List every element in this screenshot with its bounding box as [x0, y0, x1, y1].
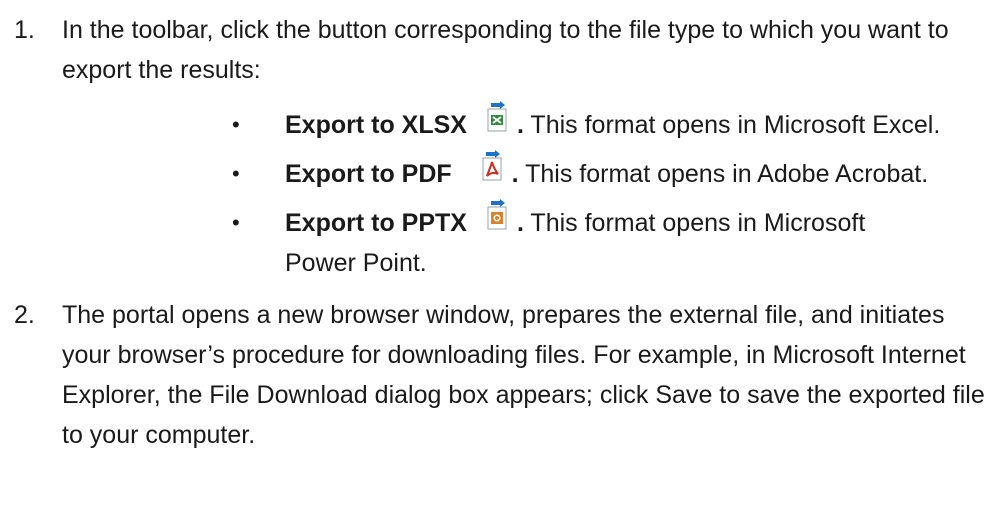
- export-pdf-label: Export to PDF: [285, 160, 452, 188]
- excel-export-icon[interactable]: [485, 101, 509, 135]
- export-xlsx-label: Export to XLSX: [285, 111, 467, 139]
- export-pdf-period: .: [511, 160, 519, 188]
- export-pptx-period: .: [516, 209, 524, 237]
- powerpoint-export-icon[interactable]: [485, 199, 509, 233]
- export-xlsx-period: .: [516, 111, 524, 139]
- export-pptx-label: Export to PPTX: [285, 209, 467, 237]
- pdf-export-icon[interactable]: [480, 150, 504, 184]
- export-xlsx-description: This format opens in Microsoft Excel.: [530, 111, 941, 139]
- bullet-dot: •: [232, 161, 240, 186]
- document-body: 1. In the toolbar, click the button corr…: [0, 0, 1005, 511]
- bullet-dot: •: [232, 210, 240, 235]
- step-2-text: The portal opens a new browser window, p…: [62, 301, 985, 449]
- step-1-text: In the toolbar, click the button corresp…: [62, 16, 949, 84]
- bullet-dot: •: [232, 112, 240, 137]
- export-pdf-description: This format opens in Adobe Acrobat.: [525, 160, 929, 188]
- step-1-number: 1.: [14, 16, 35, 44]
- step-2-number: 2.: [14, 301, 35, 329]
